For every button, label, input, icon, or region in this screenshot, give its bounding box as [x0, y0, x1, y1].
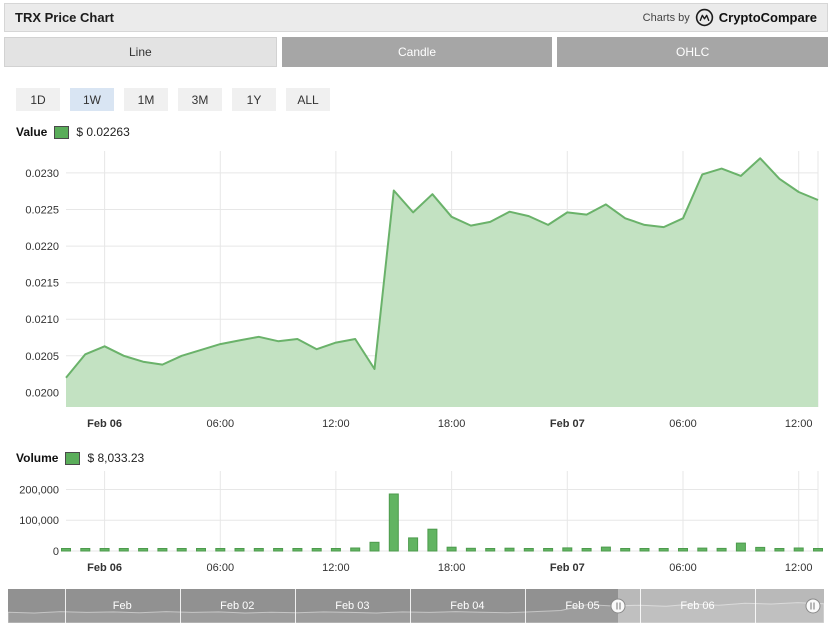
price-legend-value: $ 0.02263: [76, 125, 130, 139]
svg-text:Feb 06: Feb 06: [87, 562, 122, 574]
svg-text:06:00: 06:00: [669, 418, 697, 430]
chart-type-tabs: Line Candle OHLC: [4, 37, 829, 67]
svg-text:Feb 06: Feb 06: [87, 418, 122, 430]
widget-title: TRX Price Chart: [15, 10, 114, 25]
svg-text:12:00: 12:00: [785, 418, 813, 430]
svg-text:18:00: 18:00: [438, 418, 466, 430]
charts-by-label: Charts by: [642, 11, 690, 24]
navigator-label: Feb 05: [565, 600, 600, 612]
navigator-divider: [640, 589, 642, 623]
price-legend-label: Value: [16, 125, 48, 139]
price-legend: Value $ 0.02263: [16, 125, 828, 139]
widget-header: TRX Price Chart Charts by CryptoCompare: [4, 3, 828, 32]
svg-text:0: 0: [53, 546, 59, 558]
svg-text:06:00: 06:00: [207, 562, 235, 574]
volume-legend-value: $ 8,033.23: [87, 451, 145, 465]
svg-text:12:00: 12:00: [322, 562, 350, 574]
svg-text:100,000: 100,000: [19, 515, 59, 527]
volume-chart[interactable]: 0 100,000 200,000 Feb 06 06:00 12:00 18:00 Feb …: [8, 467, 824, 579]
svg-text:Feb 07: Feb 07: [550, 418, 585, 430]
trx-chart-widget: TRX Price Chart Charts by CryptoCompare …: [0, 0, 832, 626]
chart-navigator[interactable]: Feb Feb 02 Feb 03 Feb 04 Feb 05 Feb 06: [8, 589, 824, 623]
navigator-selected-range[interactable]: [618, 589, 824, 623]
navigator-right-handle[interactable]: [805, 598, 821, 614]
navigator-divider: [755, 589, 757, 623]
svg-text:0.0205: 0.0205: [25, 351, 59, 363]
navigator-divider: [295, 589, 297, 623]
svg-text:0.0225: 0.0225: [25, 205, 59, 217]
tab-ohlc[interactable]: OHLC: [557, 37, 829, 67]
navigator-label: Feb 02: [220, 600, 255, 612]
navigator-label: Feb 03: [335, 600, 370, 612]
price-legend-swatch[interactable]: [54, 125, 70, 139]
svg-text:Feb 07: Feb 07: [550, 562, 585, 574]
svg-text:0.0215: 0.0215: [25, 278, 59, 290]
volume-legend-label: Volume: [16, 451, 59, 465]
navigator-label: Feb 04: [450, 600, 485, 612]
svg-text:12:00: 12:00: [785, 562, 813, 574]
range-all-button[interactable]: ALL: [286, 88, 330, 111]
range-1d-button[interactable]: 1D: [16, 88, 60, 111]
volume-legend-swatch[interactable]: [65, 451, 81, 465]
time-range-buttons: 1D 1W 1M 3M 1Y ALL: [16, 88, 828, 111]
navigator-divider: [410, 589, 412, 623]
navigator-divider: [525, 589, 527, 623]
svg-text:200,000: 200,000: [19, 485, 59, 497]
svg-text:06:00: 06:00: [207, 418, 235, 430]
svg-text:06:00: 06:00: [669, 562, 697, 574]
svg-text:0.0230: 0.0230: [25, 168, 59, 180]
svg-text:12:00: 12:00: [322, 418, 350, 430]
svg-text:0.0210: 0.0210: [25, 314, 59, 326]
navigator-label: Feb 06: [680, 600, 715, 612]
range-1w-button[interactable]: 1W: [70, 88, 114, 111]
navigator-divider: [180, 589, 182, 623]
svg-text:0.0220: 0.0220: [25, 241, 59, 253]
navigator-left-handle[interactable]: [610, 598, 626, 614]
brand-name: CryptoCompare: [718, 10, 817, 25]
svg-text:0.0200: 0.0200: [25, 387, 59, 399]
navigator-divider: [65, 589, 67, 623]
range-1y-button[interactable]: 1Y: [232, 88, 276, 111]
cryptocompare-logo-icon: [695, 8, 714, 27]
tab-candle[interactable]: Candle: [281, 37, 553, 67]
navigator-label: Feb: [112, 600, 132, 612]
volume-legend: Volume $ 8,033.23: [16, 451, 828, 465]
range-1m-button[interactable]: 1M: [124, 88, 168, 111]
brand-link[interactable]: Charts by CryptoCompare: [643, 8, 817, 27]
price-chart[interactable]: 0.0200 0.0205 0.0210 0.0215 0.0220 0.0225 0.02…: [8, 141, 824, 437]
range-3m-button[interactable]: 3M: [178, 88, 222, 111]
svg-text:18:00: 18:00: [438, 562, 466, 574]
tab-line[interactable]: Line: [4, 37, 277, 67]
